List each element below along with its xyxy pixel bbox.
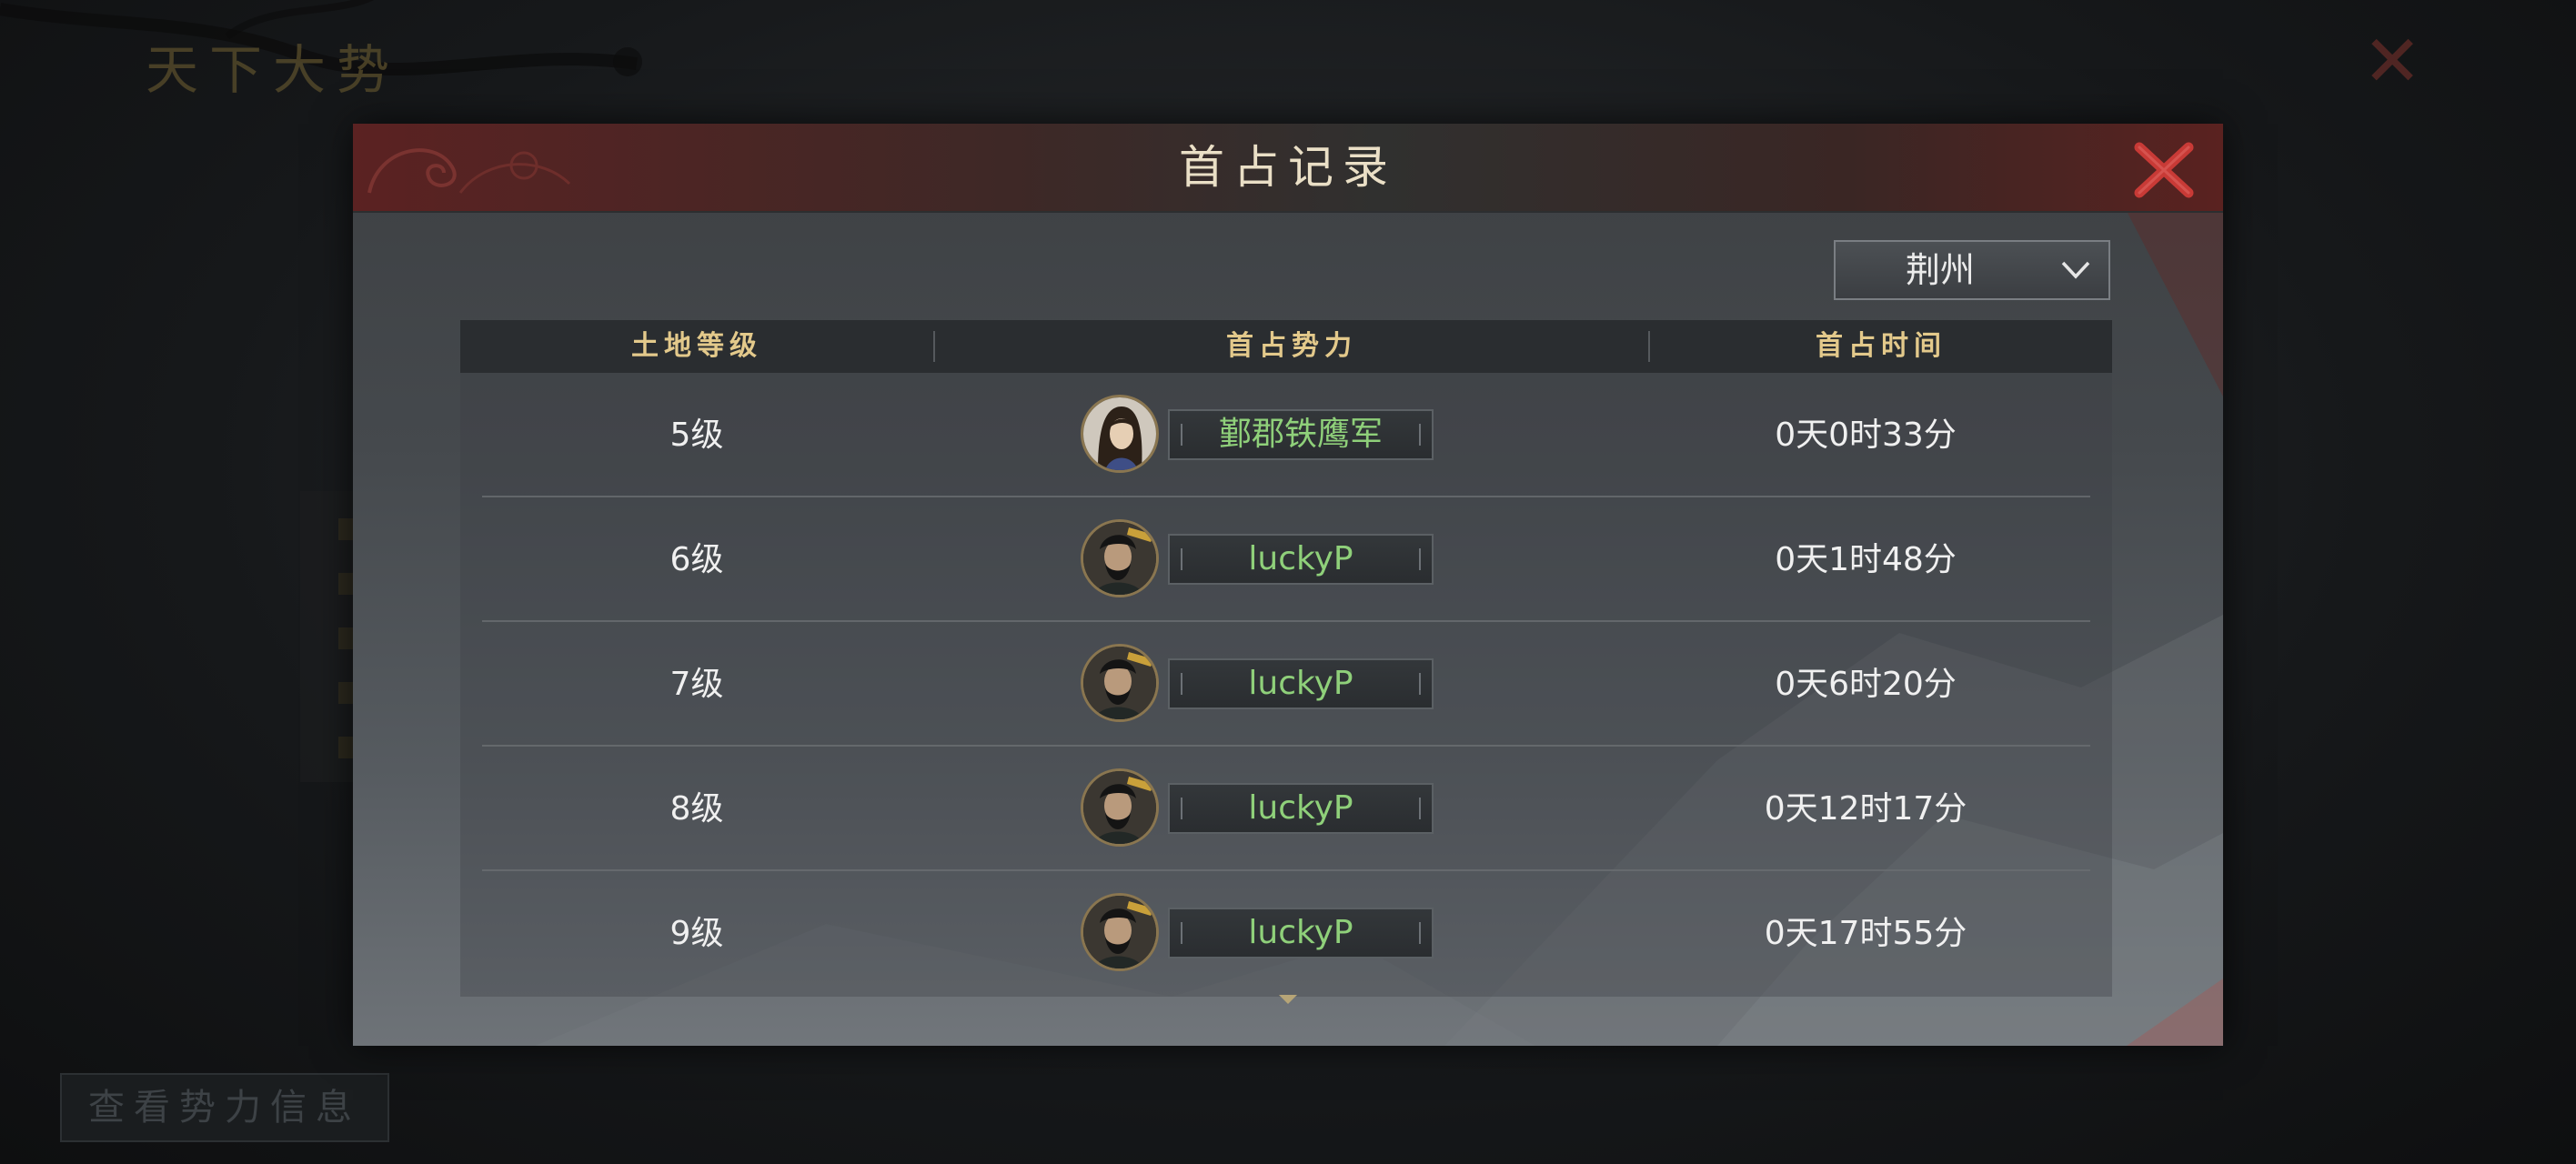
table-row: 5级 鄞郡铁鹰军 0天0时33分 — [460, 373, 2112, 497]
faction-badge[interactable]: luckyP — [1168, 783, 1434, 834]
scroll-down-indicator-icon — [1279, 995, 1297, 1004]
table-row: 8级 luckyP 0天12时17分 — [460, 747, 2112, 871]
first-occupation-dialog: 首占记录 荆州 土地等级 首占势力 首占时间 5级 鄞郡铁鹰军 0天0时33分 … — [353, 124, 2223, 1046]
faction-badge[interactable]: luckyP — [1168, 658, 1434, 709]
chevron-down-icon — [2061, 261, 2090, 279]
faction-badge[interactable]: 鄞郡铁鹰军 — [1168, 409, 1434, 460]
column-header-faction: 首占势力 — [1226, 330, 1357, 362]
column-header-land-level: 土地等级 — [631, 330, 762, 362]
occupation-time-cell: 0天0时33分 — [1775, 416, 1957, 454]
background-title: 天下大势 — [146, 39, 401, 101]
table-header: 土地等级 首占势力 首占时间 — [460, 320, 2112, 373]
faction-name: luckyP — [1248, 914, 1353, 951]
land-level-cell: 5级 — [669, 416, 724, 454]
avatar[interactable] — [1081, 644, 1159, 722]
land-level-cell: 7级 — [669, 666, 724, 703]
occupation-time-cell: 0天12时17分 — [1764, 790, 1967, 828]
avatar[interactable] — [1081, 519, 1159, 597]
land-level-cell: 6级 — [669, 541, 724, 578]
faction-name: luckyP — [1248, 789, 1353, 827]
background-close-icon: ✕ — [2362, 21, 2422, 103]
region-select-value: 荆州 — [1905, 250, 1975, 290]
faction-name: 鄞郡铁鹰军 — [1218, 416, 1383, 453]
column-header-time: 首占时间 — [1816, 330, 1947, 362]
table-row: 7级 luckyP 0天6时20分 — [460, 622, 2112, 747]
avatar[interactable] — [1081, 395, 1159, 473]
faction-badge[interactable]: luckyP — [1168, 534, 1434, 585]
avatar[interactable] — [1081, 768, 1159, 847]
faction-badge[interactable]: luckyP — [1168, 908, 1434, 958]
bearded-warrior-portrait-icon — [1083, 896, 1156, 968]
occupation-time-cell: 0天6时20分 — [1775, 666, 1957, 703]
land-level-cell: 9级 — [669, 915, 724, 952]
table-row: 6级 luckyP 0天1时48分 — [460, 497, 2112, 622]
avatar[interactable] — [1081, 893, 1159, 971]
land-level-cell: 8级 — [669, 790, 724, 828]
faction-name: luckyP — [1248, 665, 1353, 702]
faction-name: luckyP — [1248, 540, 1353, 577]
dialog-header: 首占记录 — [353, 124, 2223, 213]
occupation-time-cell: 0天1时48分 — [1775, 541, 1957, 578]
female-hero-portrait-icon — [1083, 397, 1156, 470]
close-icon[interactable] — [2132, 140, 2196, 200]
background-view-faction-button: 查看势力信息 — [60, 1073, 389, 1142]
bearded-warrior-portrait-icon — [1083, 647, 1156, 719]
bearded-warrior-portrait-icon — [1083, 522, 1156, 595]
background-branch-decoration — [0, 0, 642, 76]
region-select-dropdown[interactable]: 荆州 — [1834, 240, 2110, 300]
occupation-time-cell: 0天17时55分 — [1764, 915, 1967, 952]
bearded-warrior-portrait-icon — [1083, 771, 1156, 844]
dialog-title: 首占记录 — [1179, 141, 1397, 194]
first-occupation-table: 土地等级 首占势力 首占时间 5级 鄞郡铁鹰军 0天0时33分 6级 lucky… — [460, 320, 2112, 997]
table-row: 9级 luckyP 0天17时55分 — [460, 871, 2112, 996]
